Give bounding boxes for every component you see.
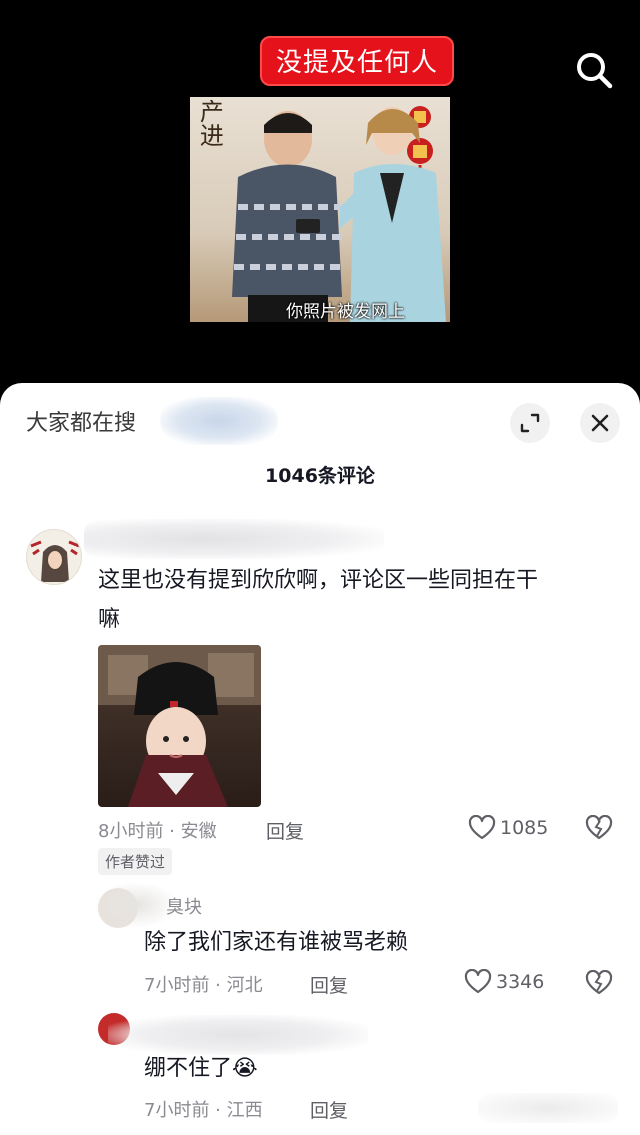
- reply-button[interactable]: 回复: [266, 817, 304, 844]
- expand-icon: [520, 413, 540, 433]
- close-icon: [591, 414, 609, 432]
- like-button[interactable]: 1085: [468, 815, 548, 841]
- like-count: 3346: [496, 971, 545, 993]
- video-subtitle: 你照片被发网上: [286, 302, 405, 322]
- reply-text: 除了我们家还有谁被骂老赖: [144, 930, 409, 955]
- expand-button[interactable]: [510, 403, 550, 443]
- video-caption-tag: 没提及任何人: [260, 36, 455, 86]
- avatar-image: [30, 540, 80, 582]
- search-button[interactable]: [572, 48, 616, 92]
- search-icon: [577, 53, 613, 89]
- reply-button[interactable]: 回复: [310, 971, 348, 998]
- comment-image[interactable]: [98, 645, 261, 807]
- video-player[interactable]: 没提及任何人 产进 你照片被发网上: [0, 0, 640, 400]
- reply-button[interactable]: 回复: [310, 1096, 348, 1123]
- dislike-button[interactable]: [585, 814, 613, 841]
- comment-count: 1046条评论: [265, 465, 375, 487]
- author-liked-badge: 作者赞过: [98, 848, 173, 875]
- dislike-button[interactable]: [585, 969, 613, 996]
- reply-meta: 7小时前 · 河北: [144, 975, 263, 996]
- comment-sticker-image: [98, 645, 261, 807]
- heart-icon: [468, 815, 496, 840]
- heart-icon: [464, 969, 492, 994]
- username-blurred[interactable]: [84, 519, 384, 559]
- comment-meta: 8小时前 · 安徽: [98, 821, 217, 842]
- username-blurred[interactable]: [96, 883, 176, 927]
- reply-text: 绷不住了😭: [144, 1056, 258, 1081]
- comment-text-continued: 嘛: [98, 607, 121, 632]
- video-frame: 产进 你照片被发网上: [190, 97, 450, 322]
- avatar[interactable]: [26, 529, 82, 585]
- comment-panel: 大家都在搜 1046条评论 这里也没有提到欣欣啊，评论区一些同担在干 嘛 8小时…: [0, 383, 640, 1135]
- person-left: [232, 111, 342, 322]
- person-right: [340, 107, 446, 322]
- like-button[interactable]: 3346: [464, 969, 544, 995]
- broken-heart-icon: [585, 969, 613, 995]
- like-count: 1085: [500, 817, 549, 839]
- comment-text: 这里也没有提到欣欣啊，评论区一些同担在干: [98, 568, 539, 593]
- watermark-blurred: [478, 1093, 618, 1123]
- hot-search-term-blurred[interactable]: [160, 397, 278, 445]
- reply-meta: 7小时前 · 江西: [144, 1100, 263, 1121]
- close-button[interactable]: [580, 403, 620, 443]
- broken-heart-icon: [585, 814, 613, 840]
- reply-username[interactable]: 臭块: [166, 893, 202, 919]
- hot-search-label[interactable]: 大家都在搜: [26, 405, 136, 437]
